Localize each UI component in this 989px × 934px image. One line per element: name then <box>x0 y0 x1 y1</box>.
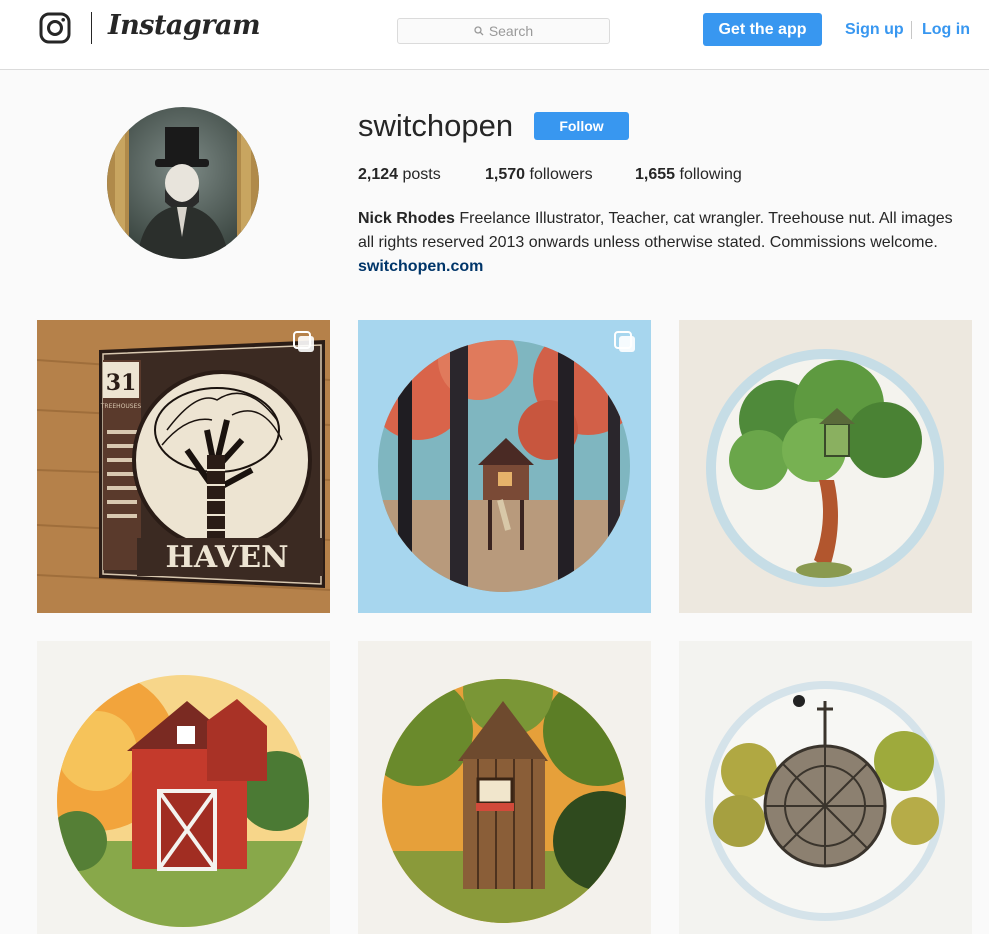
multiple-posts-icon <box>614 331 635 352</box>
post-image <box>358 641 651 934</box>
profile-full-name: Nick Rhodes <box>358 210 455 227</box>
post-thumbnail[interactable] <box>679 641 972 934</box>
card-title-text: HAVEN <box>165 540 288 575</box>
post-image <box>679 641 972 934</box>
instagram-camera-icon[interactable] <box>39 12 71 44</box>
following-count: 1,655 <box>635 166 676 183</box>
followers-count: 1,570 <box>485 166 526 183</box>
auth-divider <box>911 21 912 39</box>
post-thumbnail[interactable] <box>358 320 651 613</box>
card-number-text: 31 <box>106 370 137 396</box>
stat-posts: 2,124 posts <box>358 166 441 184</box>
stat-followers[interactable]: 1,570 followers <box>485 166 593 184</box>
posts-label: posts <box>402 166 441 183</box>
search-input[interactable]: Search <box>397 18 610 44</box>
instagram-wordmark-logo[interactable]: Instagram <box>108 10 261 41</box>
post-thumbnail[interactable] <box>679 320 972 613</box>
post-thumbnail[interactable] <box>358 641 651 934</box>
post-thumbnail[interactable] <box>37 641 330 934</box>
following-label: following <box>679 166 742 183</box>
search-icon <box>474 26 484 36</box>
sign-up-link[interactable]: Sign up <box>845 21 904 39</box>
follow-button[interactable]: Follow <box>534 112 629 140</box>
card-small-text: TREEHOUSES <box>100 403 142 410</box>
search-placeholder: Search <box>488 23 534 39</box>
stat-following[interactable]: 1,655 following <box>635 166 742 184</box>
posts-count: 2,124 <box>358 166 399 183</box>
post-image <box>37 641 330 934</box>
get-the-app-button[interactable]: Get the app <box>703 13 822 46</box>
website-link[interactable]: switchopen.com <box>358 258 483 275</box>
post-image <box>679 320 972 613</box>
log-in-link[interactable]: Log in <box>922 21 970 39</box>
profile-bio: Nick Rhodes Freelance Illustrator, Teach… <box>358 207 968 279</box>
header-divider <box>91 12 92 44</box>
multiple-posts-icon <box>293 331 314 352</box>
profile-avatar <box>107 107 259 259</box>
followers-label: followers <box>529 166 593 183</box>
profile-username: switchopen <box>358 108 514 143</box>
top-navbar: Instagram Search Get the app Sign up Log… <box>0 0 989 70</box>
post-image: HAVEN 31 TREEHOUSES <box>37 320 330 613</box>
post-thumbnail[interactable]: HAVEN 31 TREEHOUSES <box>37 320 330 613</box>
post-image <box>358 320 651 613</box>
